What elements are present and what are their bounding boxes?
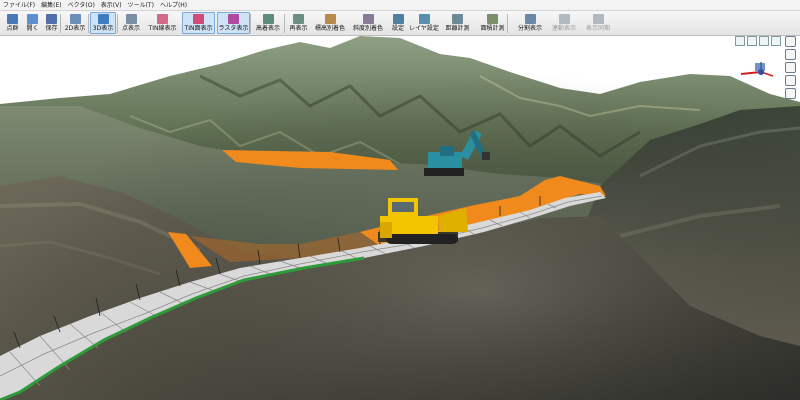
slope-color-icon xyxy=(362,14,374,24)
tin-surface-icon xyxy=(193,14,204,24)
split-view-button[interactable]: 分割表示 xyxy=(514,12,546,34)
view-3d-label: 3D表示 xyxy=(92,25,114,32)
redisplay-button[interactable]: 再表示 xyxy=(286,12,311,34)
linked-view-button[interactable]: 連動表示 xyxy=(548,12,580,34)
point-group-button[interactable]: 点群 xyxy=(3,12,22,34)
tilt-down-icon[interactable] xyxy=(771,36,781,46)
tin-line-icon xyxy=(157,14,168,24)
menu-item-3[interactable]: 表示(V) xyxy=(98,0,125,11)
elevation-button[interactable]: 高着表示 xyxy=(252,12,284,34)
slope-color-button[interactable]: 斜度別着色 xyxy=(349,12,387,34)
menu-item-2[interactable]: ベクタ(O) xyxy=(65,0,98,11)
view-navigation-controls xyxy=(733,36,800,136)
settings-icon xyxy=(392,14,404,24)
open-button[interactable]: 開く xyxy=(24,12,41,34)
point-display-button[interactable]: 点表示 xyxy=(119,12,143,34)
menu-bar: ファイル(F) 編集(E) ベクタ(O) 表示(V) ツール(T) ヘルプ(H) xyxy=(0,0,800,11)
height-color-icon xyxy=(324,14,336,24)
layer-settings-button[interactable]: レイヤ設定 xyxy=(409,12,439,34)
menu-item-5[interactable]: ヘルプ(H) xyxy=(157,0,190,11)
open-label: 開く xyxy=(26,25,39,32)
raster-button[interactable]: ラスタ表示 xyxy=(217,12,250,34)
point-display-label: 点表示 xyxy=(121,25,140,32)
3d-viewport[interactable] xyxy=(0,36,800,400)
settings-label: 設定 xyxy=(391,25,404,32)
split-view-icon xyxy=(524,14,536,24)
zoom-fit-icon[interactable] xyxy=(785,75,796,86)
view-3d-button[interactable]: 3D表示 xyxy=(90,12,116,34)
menu-item-0[interactable]: ファイル(F) xyxy=(0,0,38,11)
linked-view-icon xyxy=(558,14,570,24)
elevation-icon xyxy=(262,14,274,24)
display-sync-label: 表示同期 xyxy=(585,25,610,32)
layer-settings-icon xyxy=(418,14,430,24)
area-icon xyxy=(487,14,498,24)
point-display-icon xyxy=(125,14,137,24)
redisplay-icon xyxy=(293,14,304,24)
compass-axes-icon xyxy=(740,62,774,77)
redisplay-label: 再表示 xyxy=(289,25,308,32)
save-button[interactable]: 保存 xyxy=(43,12,60,34)
zoom-in-icon[interactable] xyxy=(785,36,796,47)
split-view-label: 分割表示 xyxy=(517,25,542,32)
view-2d-icon xyxy=(69,14,81,24)
save-icon xyxy=(46,14,57,24)
point-group-label: 点群 xyxy=(6,25,19,32)
tin-line-button[interactable]: TIN線表示 xyxy=(145,12,180,34)
menu-item-4[interactable]: ツール(T) xyxy=(125,0,157,11)
save-label: 保存 xyxy=(45,25,58,32)
height-color-button[interactable]: 標高別着色 xyxy=(313,12,347,34)
layer-settings-label: レイヤ設定 xyxy=(409,25,439,32)
pan-icon[interactable] xyxy=(785,88,796,99)
distance-icon xyxy=(452,14,463,24)
view-2d-button[interactable]: 2D表示 xyxy=(62,12,88,34)
height-color-label: 標高別着色 xyxy=(314,25,345,32)
display-sync-icon xyxy=(592,14,604,24)
rotate-left-icon[interactable] xyxy=(735,36,745,46)
distance-label: 距離計測 xyxy=(445,25,470,32)
point-cloud-icon xyxy=(7,14,18,24)
terrain-scene xyxy=(0,36,800,400)
menu-item-1[interactable]: 編集(E) xyxy=(38,0,64,11)
tin-surface-button[interactable]: TIN面表示 xyxy=(182,12,215,34)
tin-surface-label: TIN面表示 xyxy=(184,25,213,32)
view-3d-icon xyxy=(97,14,109,24)
view-2d-label: 2D表示 xyxy=(64,25,86,32)
tin-line-label: TIN線表示 xyxy=(148,25,177,32)
rotate-right-icon[interactable] xyxy=(747,36,757,46)
settings-button[interactable]: 設定 xyxy=(389,12,407,34)
elevation-label: 高着表示 xyxy=(255,25,280,32)
raster-icon xyxy=(228,14,239,24)
distance-button[interactable]: 距離計測 xyxy=(441,12,474,34)
display-sync-button[interactable]: 表示同期 xyxy=(582,12,614,34)
slope-color-label: 斜度別着色 xyxy=(352,25,383,32)
open-file-icon xyxy=(27,14,38,24)
area-button[interactable]: 面積計測 xyxy=(476,12,509,34)
area-label: 面積計測 xyxy=(480,25,505,32)
zoom-out-icon[interactable] xyxy=(785,49,796,60)
raster-label: ラスタ表示 xyxy=(218,25,249,32)
tilt-up-icon[interactable] xyxy=(759,36,769,46)
toolbar: 点群 開く 保存 2D表示 3D表示 点表示 TIN線表示 TIN面表示 ラスタ表示 高着表示 再表… xyxy=(0,11,800,36)
linked-view-label: 連動表示 xyxy=(551,25,576,32)
search-icon[interactable] xyxy=(785,62,796,73)
